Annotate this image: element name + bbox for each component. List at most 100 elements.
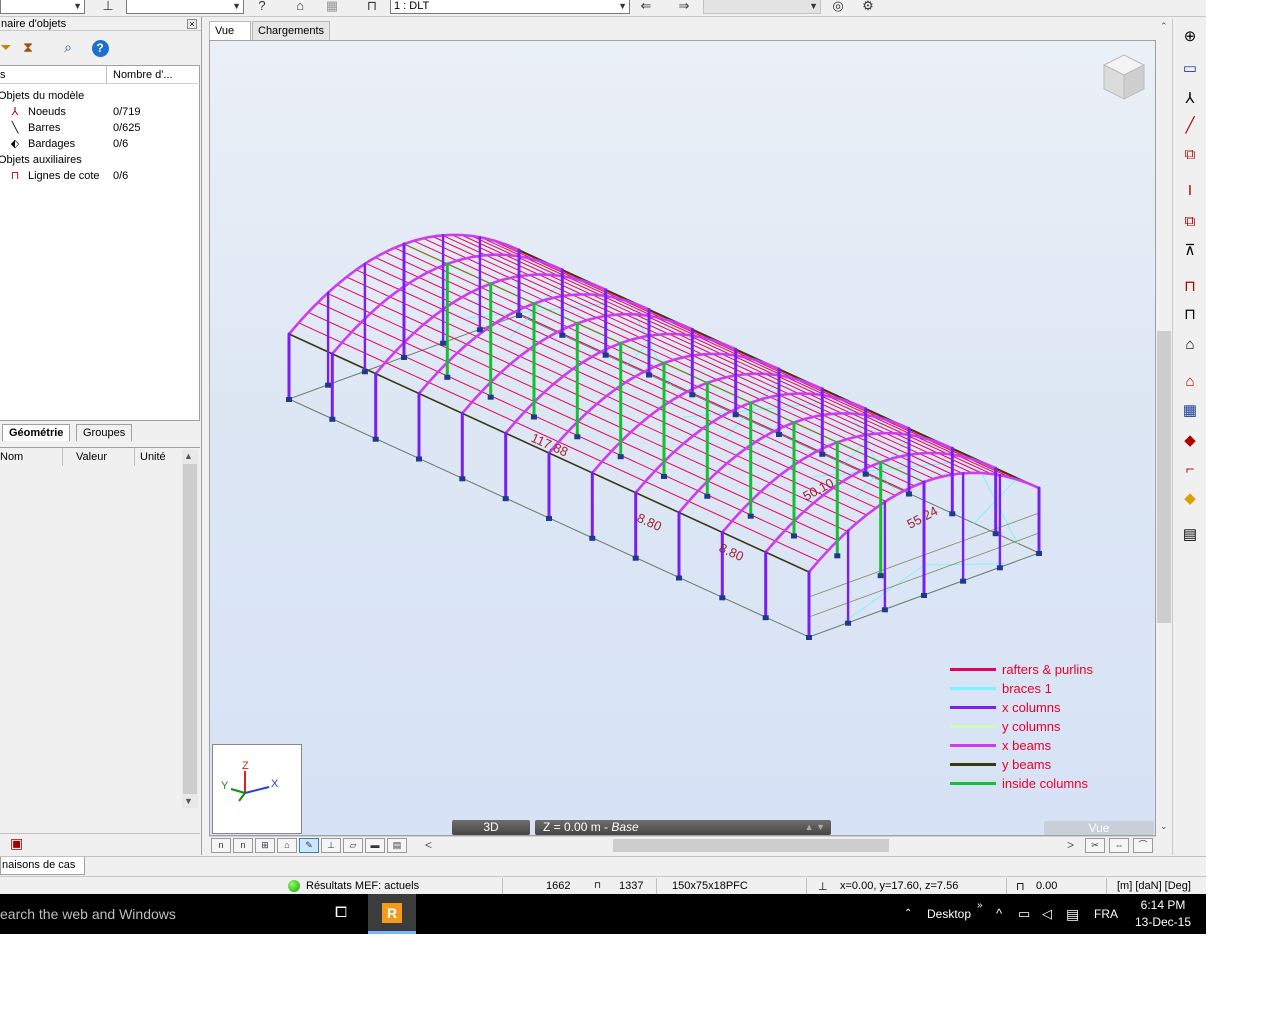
toolbar-dropdown-1[interactable]: ▼ <box>0 0 85 14</box>
scroll-thumb[interactable] <box>183 464 197 794</box>
close-icon[interactable]: × <box>187 19 197 29</box>
input-language[interactable]: FRA <box>1094 894 1118 934</box>
fixed-supports-icon[interactable]: ⊓ <box>1179 305 1201 325</box>
col-count-header[interactable]: Nombre d'... <box>113 69 173 81</box>
display-supports-icon[interactable]: ⌂ <box>277 838 297 853</box>
scroll-thumb[interactable] <box>1157 331 1171 623</box>
view-option-3-icon[interactable]: ⌒ <box>1133 838 1153 853</box>
structure-3d-viewport[interactable]: 117.88 8.80 8.80 50.10 55.24 Z X Y rafte… <box>209 40 1156 836</box>
network-icon[interactable]: ▭ <box>1018 894 1030 934</box>
desktop-expand-icon[interactable]: » <box>977 886 983 926</box>
col-value-header[interactable]: Valeur <box>76 451 107 463</box>
tree-item-nodes[interactable]: ⅄ Noeuds 0/719 <box>0 104 198 120</box>
display-values-icon[interactable]: ▤ <box>387 838 407 853</box>
display-nodes-icon[interactable]: n <box>211 838 231 853</box>
display-panels-icon[interactable]: ▬ <box>365 838 385 853</box>
view-option-1-icon[interactable]: ✂ <box>1085 838 1105 853</box>
col-name-header[interactable]: s <box>0 69 6 81</box>
viewport-vertical-scrollbar[interactable]: ⌃ ⌄ <box>1156 19 1172 836</box>
legend-swatch <box>950 782 996 785</box>
tree-item-bars[interactable]: ╲ Barres 0/625 <box>0 120 198 136</box>
tab-loads[interactable]: Chargements <box>252 21 331 40</box>
sections-icon[interactable]: ⧉ <box>1179 145 1201 165</box>
filter-icon[interactable]: ⏷ <box>0 37 16 57</box>
status-separator <box>502 878 503 894</box>
tree-item-model-objects[interactable]: Objets du modèle <box>0 88 198 104</box>
load-case-select[interactable]: 1 : DLT ▼ <box>390 0 630 14</box>
display-local-axes-icon[interactable]: ⊥ <box>321 838 341 853</box>
taskbar-app-robot[interactable]: R <box>368 894 416 934</box>
search-icon[interactable]: ⌕ <box>58 37 78 57</box>
toolbar-dropdown-2[interactable]: ▼ <box>126 0 244 14</box>
connection-icon[interactable]: ⌐ <box>1179 460 1201 480</box>
view-option-2-icon[interactable]: ⇔ <box>1109 838 1129 853</box>
cursor-coordinates: x=0.00, y=17.60, z=7.56 <box>840 880 959 892</box>
units-display[interactable]: [m] [daN] [Deg] <box>1117 880 1191 892</box>
tree-item-dimension-lines[interactable]: ⊓ Lignes de cote 0/6 <box>0 168 198 184</box>
bars-icon[interactable]: ╱ <box>1179 116 1201 136</box>
i-beam-icon[interactable]: I <box>1179 181 1201 201</box>
tray-overflow-icon[interactable]: ^ <box>996 894 1002 934</box>
chevron-down-icon: ▼ <box>73 1 82 11</box>
desktop-toolbar[interactable]: Desktop <box>927 894 971 934</box>
draw-tool-icon[interactable]: ⊥ <box>98 0 118 15</box>
scroll-up-icon[interactable]: ⌃ <box>1160 21 1168 32</box>
properties-scrollbar[interactable]: ▲ ▼ <box>182 450 198 808</box>
help-icon[interactable]: ? <box>90 37 110 57</box>
structure-icon[interactable]: ⌂ <box>290 0 310 15</box>
view-cube-icon[interactable] <box>1100 53 1148 103</box>
tree-item-claddings[interactable]: ⬖ Bardages 0/6 <box>0 136 198 152</box>
view-mode-3d[interactable]: 3D <box>452 820 530 835</box>
col-unit-header[interactable]: Unité <box>140 451 166 463</box>
results-icon[interactable]: ◎ <box>828 0 848 15</box>
case-previous-icon[interactable]: ⇐ <box>636 0 656 15</box>
taskbar-search[interactable]: earch the web and Windows <box>0 894 320 934</box>
support-node <box>574 434 581 440</box>
nodes-icon[interactable]: ⅄ <box>1179 89 1201 109</box>
scroll-down-icon[interactable]: ⌄ <box>1160 821 1168 832</box>
task-view-icon[interactable]: ⧠ <box>330 904 352 924</box>
display-bars-icon[interactable]: ⊞ <box>255 838 275 853</box>
clock[interactable]: 6:14 PM 13-Dec-15 <box>1128 897 1198 931</box>
delete-icon[interactable]: ▣ <box>10 835 23 852</box>
node-numbering-icon[interactable]: ⊕ <box>1179 27 1201 47</box>
horizontal-scroll-thumb[interactable] <box>613 839 889 852</box>
scroll-down-icon[interactable]: ▼ <box>184 796 193 806</box>
display-node-numbers-icon[interactable]: n <box>233 838 253 853</box>
steel-design-icon[interactable]: ◆ <box>1179 431 1201 451</box>
help-cursor-icon[interactable]: ? <box>252 0 272 15</box>
display-sections-icon[interactable]: ✎ <box>299 838 319 853</box>
materials-icon[interactable]: ⧉ <box>1179 212 1201 232</box>
notifications-icon[interactable]: ▤ <box>1066 894 1079 934</box>
table-icon[interactable]: ▦ <box>1179 401 1201 421</box>
settings-key-icon[interactable]: ⚙ <box>858 0 878 15</box>
scroll-right-icon[interactable]: > <box>1067 838 1074 852</box>
layers-icon[interactable]: ▤ <box>1179 525 1201 545</box>
scroll-left-icon[interactable]: < <box>425 838 432 852</box>
supports-icon[interactable]: ⊓ <box>1179 277 1201 297</box>
volume-icon[interactable]: ◁ <box>1042 894 1052 934</box>
tree-item-auxiliary-objects[interactable]: Objets auxiliaires <box>0 152 198 168</box>
display-cladding-icon[interactable]: ▱ <box>343 838 363 853</box>
releases-icon[interactable]: ⊼ <box>1179 241 1201 261</box>
scroll-up-icon[interactable]: ▲ <box>184 451 193 461</box>
plane-arrows-icon[interactable]: ▲ ▼ <box>805 820 825 835</box>
timber-icon[interactable]: ◆ <box>1179 489 1201 509</box>
filter-clear-icon[interactable]: ⧗ <box>18 37 38 57</box>
tab-geometry[interactable]: Géométrie <box>2 424 71 441</box>
tab-vue[interactable]: Vue <box>209 21 251 40</box>
frame-generator-icon[interactable]: ⌂ <box>1179 335 1201 355</box>
load-case-icon[interactable]: ⊓ <box>362 0 382 15</box>
section-view-icon[interactable]: ▭ <box>1179 59 1201 79</box>
work-plane-indicator[interactable]: Z = 0.00 m - Base ▲ ▼ <box>535 820 831 835</box>
fem-status-icon <box>288 880 300 892</box>
support-node <box>949 511 956 517</box>
axis-x-label: X <box>271 778 279 790</box>
tray-scroll-icon[interactable]: ⌃ <box>904 894 912 934</box>
structure-library-icon[interactable]: ⌂ <box>1179 372 1201 392</box>
tab-combinations[interactable]: naisons de cas <box>0 857 85 875</box>
view-badge[interactable]: Vue <box>1044 821 1154 835</box>
case-next-icon[interactable]: ⇒ <box>674 0 694 15</box>
tab-groups[interactable]: Groupes <box>76 424 133 441</box>
col-name-header[interactable]: Nom <box>0 451 23 463</box>
